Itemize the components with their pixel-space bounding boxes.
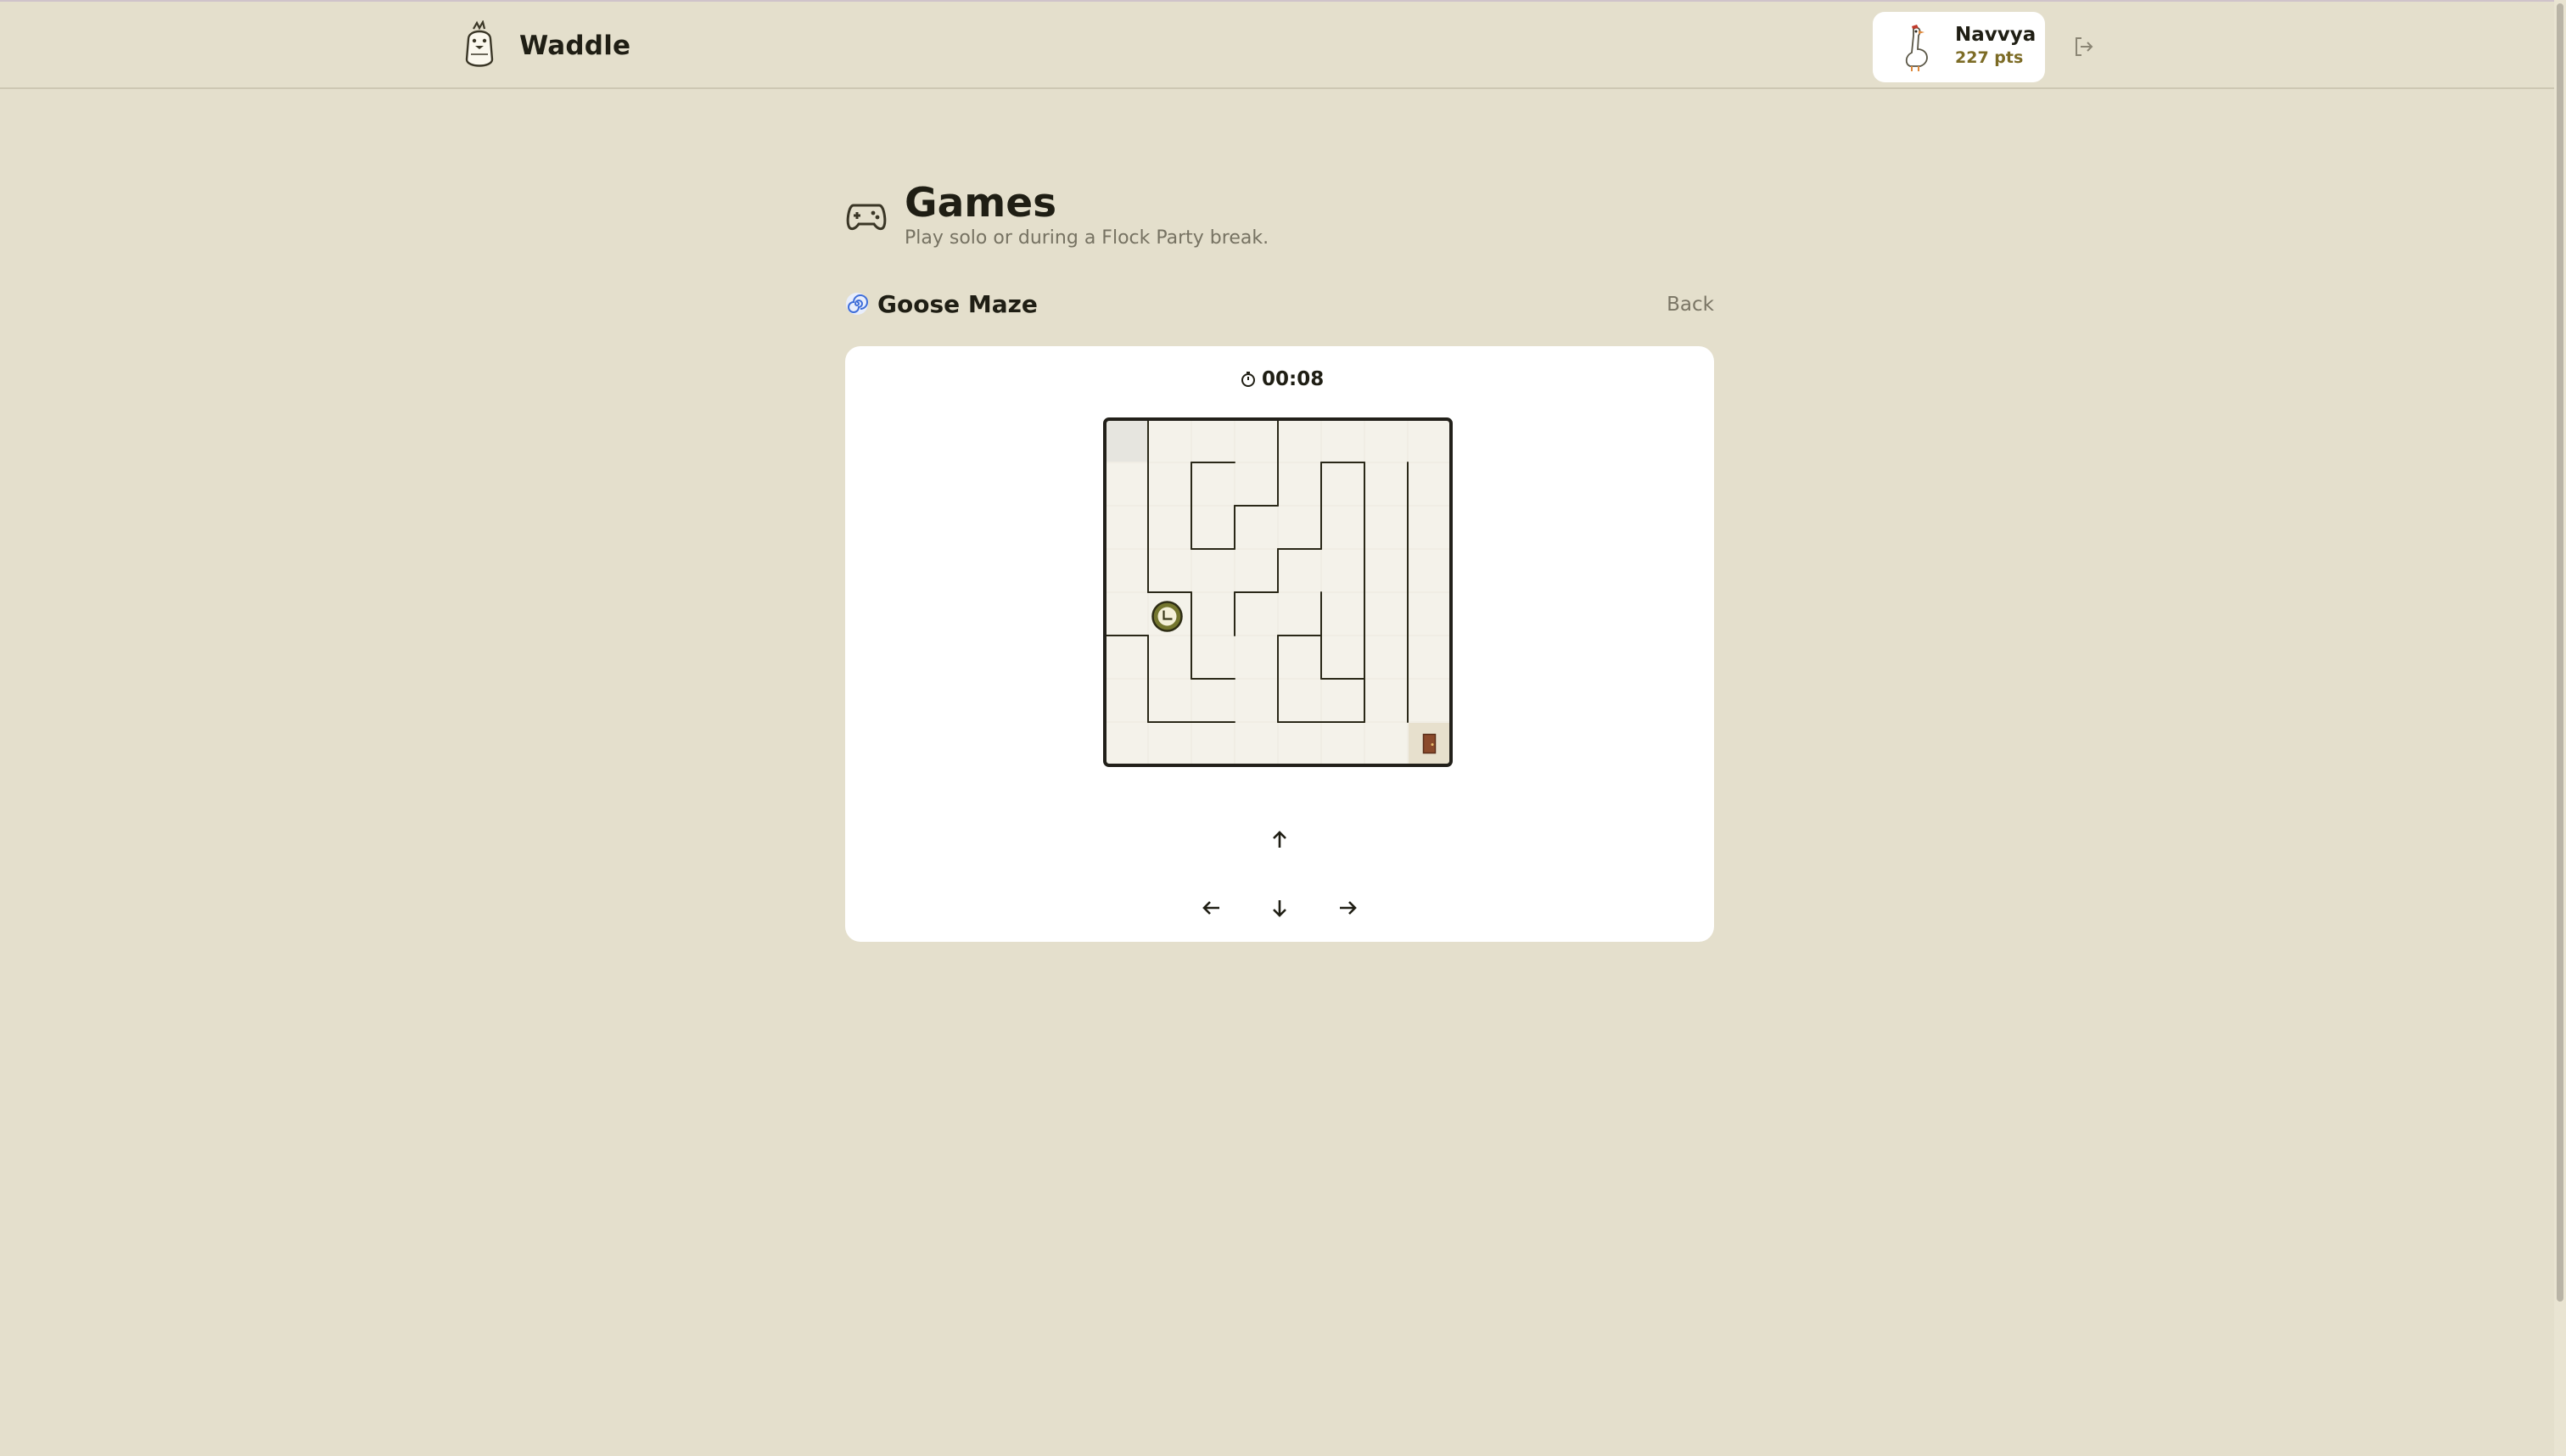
door-knob xyxy=(1431,743,1434,746)
maze-card: 00:08 xyxy=(845,346,1714,942)
door-icon xyxy=(1422,733,1437,754)
goose-logo-icon xyxy=(465,20,494,67)
app-name: Waddle xyxy=(519,31,631,61)
maze-start-cell xyxy=(1106,420,1147,462)
goose-avatar-icon xyxy=(1905,25,1928,71)
move-left-button[interactable] xyxy=(1191,888,1232,928)
page-scrollbar[interactable] xyxy=(2554,0,2566,1456)
game-timer: 00:08 xyxy=(1240,368,1324,390)
arrow-up-icon xyxy=(1273,831,1286,848)
move-down-button[interactable] xyxy=(1259,888,1300,928)
goose-token-face xyxy=(1157,607,1177,626)
game-title: Goose Maze xyxy=(877,290,1038,318)
arrow-down-icon xyxy=(1273,900,1286,917)
user-points: 227 pts xyxy=(1955,48,2024,67)
arrow-right-icon xyxy=(1340,901,1357,915)
spiral-icon xyxy=(846,293,868,315)
page-title: Games xyxy=(905,180,1057,227)
gamepad-icon xyxy=(846,204,887,231)
maze-grid xyxy=(1103,417,1453,767)
timer-value: 00:08 xyxy=(1262,368,1325,390)
logout-icon[interactable] xyxy=(2071,34,2097,59)
user-profile-card[interactable]: Navvya 227 pts xyxy=(1873,12,2045,82)
stopwatch-icon xyxy=(1241,372,1255,387)
move-right-button[interactable] xyxy=(1327,888,1368,928)
arrow-left-icon xyxy=(1202,901,1219,915)
user-name: Navvya xyxy=(1955,24,2037,46)
move-up-button[interactable] xyxy=(1259,820,1300,860)
page-subtitle: Play solo or during a Flock Party break. xyxy=(905,227,1269,249)
back-link[interactable]: Back xyxy=(1667,294,1714,316)
scrollbar-thumb[interactable] xyxy=(2557,3,2563,1302)
maze-board[interactable] xyxy=(1101,416,1454,769)
game-header: Goose Maze Back xyxy=(845,288,1714,322)
brand[interactable]: Waddle xyxy=(460,20,630,71)
top-bar: Waddle Navvya 227 pts xyxy=(0,0,2566,89)
